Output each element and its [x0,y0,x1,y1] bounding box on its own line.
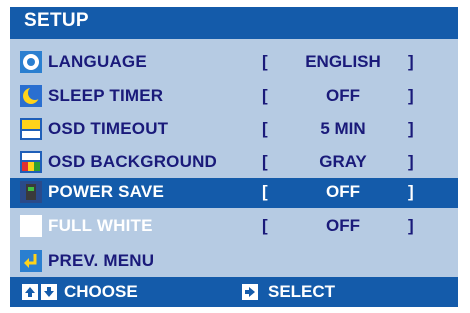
menu-item-label: POWER SAVE [48,182,164,201]
menu-item-label: FULL WHITE [48,216,153,235]
menu-item-power-save[interactable]: POWER SAVE [ OFF ] [10,178,458,208]
bracket-open: [ [262,119,268,138]
bracket-close: ] [408,119,414,138]
sleep-timer-value: OFF [326,86,360,105]
menu-item-label: PREV. MENU [48,251,155,270]
menu-item-label: LANGUAGE [48,52,147,71]
title-bar: SETUP [10,7,458,39]
menu-item-label: SLEEP TIMER [48,86,164,105]
language-value: ENGLISH [305,52,381,71]
bracket-open: [ [262,216,268,235]
language-icon [20,51,42,73]
osd-timeout-icon [20,118,42,140]
bracket-open: [ [262,86,268,105]
bracket-close: ] [408,182,414,201]
menu-item-osd-background[interactable]: OSD BACKGROUND [ GRAY ] [10,148,458,178]
bracket-open: [ [262,52,268,71]
menu-item-label: OSD BACKGROUND [48,152,218,171]
bracket-close: ] [408,52,414,71]
menu-title: SETUP [24,10,89,31]
arrow-down-icon [41,284,57,300]
power-save-value: OFF [326,182,360,201]
menu-item-language[interactable]: LANGUAGE [ ENGLISH ] [10,48,458,78]
osd-setup-menu: SETUP LANGUAGE [ ENGLISH ] SLEEP TIMER [… [10,7,458,307]
arrow-up-icon [22,284,38,300]
select-hint: SELECT [268,282,336,301]
osd-timeout-value: 5 MIN [320,119,366,138]
full-white-value: OFF [326,216,360,235]
menu-item-full-white[interactable]: FULL WHITE [ OFF ] [10,212,458,242]
power-save-icon [20,181,42,203]
menu-item-osd-timeout[interactable]: OSD TIMEOUT [ 5 MIN ] [10,115,458,145]
osd-background-value: GRAY [319,152,367,171]
menu-item-sleep-timer[interactable]: SLEEP TIMER [ OFF ] [10,82,458,112]
bracket-close: ] [408,152,414,171]
white-square-icon [20,215,42,237]
menu-item-prev-menu[interactable]: PREV. MENU [10,247,458,277]
bracket-open: [ [262,152,268,171]
return-arrow-icon [20,250,42,272]
bracket-open: [ [262,182,268,201]
osd-background-icon [20,151,42,173]
arrow-right-icon [242,284,258,300]
choose-hint: CHOOSE [64,282,138,301]
moon-icon [20,85,42,107]
footer-bar: CHOOSE SELECT [10,277,458,307]
bracket-close: ] [408,86,414,105]
menu-item-label: OSD TIMEOUT [48,119,169,138]
bracket-close: ] [408,216,414,235]
